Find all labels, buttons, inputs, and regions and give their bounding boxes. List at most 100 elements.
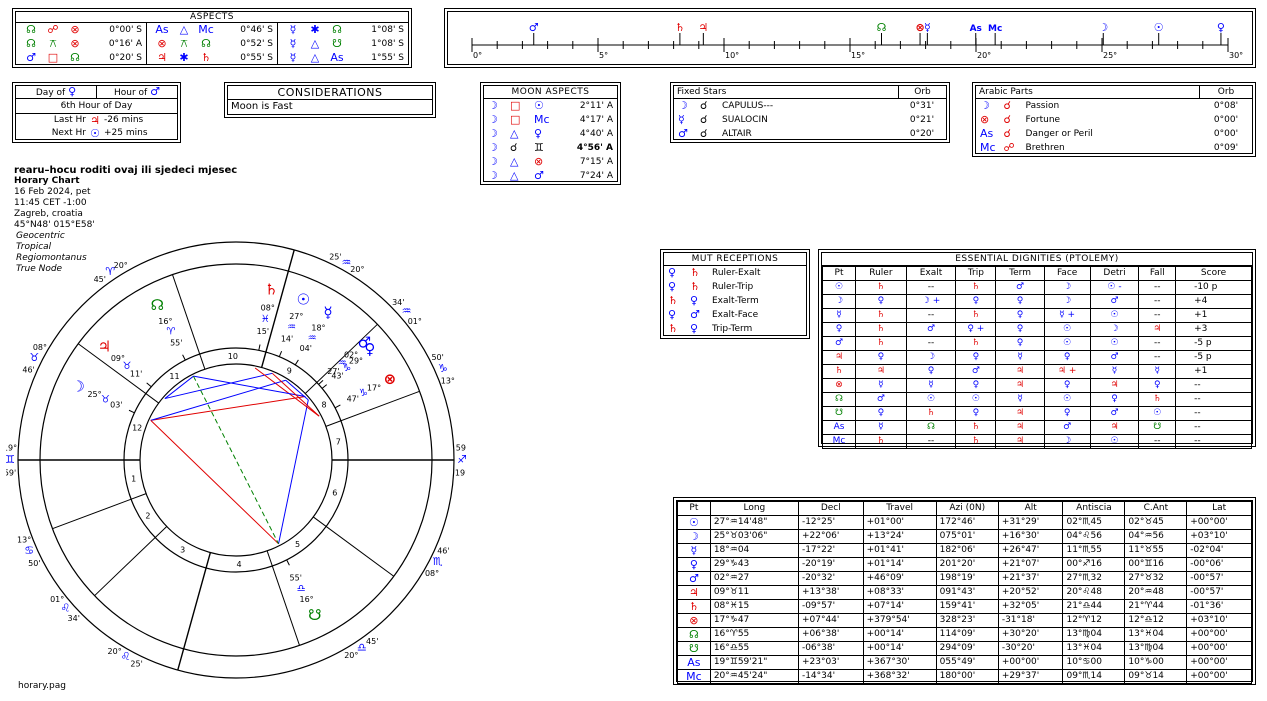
dignity-point-icon: ♀ <box>821 322 857 337</box>
position-cell: 091°43' <box>935 585 999 600</box>
fixed-star-planet-icon: ☿ <box>678 113 685 126</box>
ruler-tick-label: 10° <box>725 51 739 60</box>
planet-position-label: 16° <box>158 317 172 326</box>
dignity-cell-icon: -- <box>905 280 957 295</box>
aspect-orb: 0°16' A <box>108 39 142 49</box>
position-cell: 13°♍04 <box>1062 627 1126 642</box>
dignity-cell-icon: ♃ + <box>1043 364 1091 379</box>
dignity-point-icon: ♄ <box>821 364 857 379</box>
mut-receptions-panel: MUT RECEPTIONS ♀ ♄ Ruler-Exalt ♀ ♄ Ruler-Trip… <box>660 249 810 339</box>
chart-place: Zagreb, croatia <box>14 209 83 219</box>
arabic-part-aspect-icon: ☌ <box>1003 113 1011 126</box>
dignities-row: ☋ ♀ ♄ ♀ ♃ ♀ ♂ ☉ -- <box>821 406 1252 421</box>
position-cell: 10°♋00 <box>1062 655 1126 670</box>
moon-aspect-type-icon: □ <box>510 99 521 112</box>
arabic-parts-title: Arabic Parts <box>976 86 1200 98</box>
arabic-part-name: Fortune <box>1025 115 1061 125</box>
position-cell: -20°32' <box>797 571 864 586</box>
cusp-label: 59' <box>6 469 16 478</box>
moon-aspect-target-icon: ☉ <box>534 99 544 112</box>
dignity-cell-icon: ♄ <box>955 280 997 295</box>
positions-row: Mc 20°♒45'24" -14°34' +368°32' 180°00' +29°37… <box>677 669 1252 684</box>
dignity-cell-icon: ☉ <box>905 392 957 407</box>
positions-row: As 19°♊59'21" +23°03' +367°30' 055°49' +00°00… <box>677 655 1252 670</box>
cusp-sign-icon: ♊ <box>6 453 15 466</box>
cusp-label: 20° <box>350 265 364 274</box>
position-cell: 16°♎55 <box>709 641 799 656</box>
moon-aspect-row: ☽ △ ♂ 7°24' A <box>484 169 617 183</box>
moon-aspect-type-icon: △ <box>510 127 519 140</box>
cusp-label: 20° <box>114 261 128 270</box>
moon-aspect-target-icon: ⊗ <box>534 155 544 168</box>
dignity-cell-icon: ♄ <box>955 434 997 449</box>
position-cell: 172°46' <box>935 515 999 530</box>
positions-header-cell: Pt <box>677 501 711 516</box>
aspect-row: ☊ ⚻ ⊗ 0°16' A <box>20 37 142 51</box>
aspect-planet-1-icon: ♂ <box>26 51 36 64</box>
mut-receptions-table: ♀ ♄ Ruler-Exalt ♀ ♄ Ruler-Trip ♄ ♀ Exalt-Term ♀ ♂ E… <box>664 266 806 336</box>
planet-sign-icon: ♒ <box>287 322 296 333</box>
house-cusp-line <box>266 550 300 646</box>
position-point-icon: ☊ <box>677 627 711 642</box>
cusp-label: 45' <box>366 637 378 646</box>
fixed-star-planet-icon: ♂ <box>678 127 688 140</box>
position-cell: +00°14' <box>862 627 937 642</box>
dignity-cell-icon: ♃ <box>995 420 1045 435</box>
planet-tick <box>146 382 152 388</box>
planet-position-label: 55' <box>170 338 182 347</box>
last-hour-planet-icon: ♃ <box>90 114 100 127</box>
positions-header-cell: Decl <box>797 501 864 516</box>
moon-aspect-orb: 4°40' A <box>579 129 613 139</box>
dignity-cell-icon: ♀ <box>855 406 907 421</box>
degree-ruler-svg: 0° 5° 10° 15° 20° 25° 30°♂ ♄ ♃ ☊ ⊗ ☿ As Mc ☽ ☉ ♀ <box>471 21 1243 60</box>
conjunction-icon: ☌ <box>700 113 708 126</box>
position-cell: +21°07' <box>997 557 1064 572</box>
position-cell: 20°♒48 <box>1124 585 1188 600</box>
position-cell: -02°04' <box>1186 543 1252 558</box>
position-cell: 10°♑00 <box>1124 655 1188 670</box>
footer-filename: horary.pag <box>18 681 66 691</box>
dignities-header-row: Pt Ruler Exalt Trip Term Face Detri Fall Score <box>821 266 1252 281</box>
position-cell: -12°25' <box>797 515 864 530</box>
mut-receptions-title: MUT RECEPTIONS <box>664 253 806 266</box>
fixed-star-row: ☽ ☌ CAPULUS--- 0°31' <box>674 99 946 113</box>
dignity-cell-icon: -- <box>905 308 957 323</box>
cusp-label: 25' <box>329 253 341 262</box>
dignity-cell-icon: ♀ <box>995 322 1045 337</box>
ruler-marker-glyph-icon: ☿ <box>924 21 931 34</box>
ruler-marker-glyph-icon: ♀ <box>1217 21 1225 34</box>
dignity-cell-icon: ♂ <box>905 322 957 337</box>
aspect-planet-2-icon: Mc <box>198 23 214 36</box>
position-cell: +00°00' <box>997 655 1064 670</box>
moon-aspect-orb: 7°15' A <box>579 157 613 167</box>
positions-table: Pt Long Decl Travel Azi (0N) Alt Antiscia C.Ant… <box>677 501 1252 684</box>
position-cell: 00°♐16 <box>1062 557 1126 572</box>
dignity-cell-icon: ☽ <box>1089 322 1140 337</box>
positions-panel: Pt Long Decl Travel Azi (0N) Alt Antiscia C.Ant… <box>673 497 1256 685</box>
house-cusp-line <box>52 493 147 530</box>
wheel-planet-glyph-icon: ♄ <box>265 281 278 299</box>
wheel-planet-glyph-icon: ☊ <box>151 296 164 314</box>
wheel-planet-glyph-icon: ♃ <box>98 337 111 355</box>
fixed-stars-panel: Fixed Stars Orb ☽ ☌ CAPULUS--- 0°31' ☿ ☌ SUALO… <box>670 82 950 143</box>
aspect-row: ⊗ ⚻ ☊ 0°52' S <box>151 37 273 51</box>
dignity-point-icon: ♃ <box>821 350 857 365</box>
aspect-planet-1-icon: ♃ <box>157 51 167 64</box>
next-hour-value: +25 mins <box>104 128 148 138</box>
position-point-icon: ♄ <box>677 599 711 614</box>
position-cell: +32°05' <box>997 599 1064 614</box>
aspect-planet-1-icon: ☿ <box>289 23 297 36</box>
dignity-score: -5 p <box>1175 336 1252 351</box>
cusp-label: 01° <box>408 317 422 326</box>
dignity-cell-icon: ☋ <box>1138 420 1177 435</box>
dignity-cell-icon: ♀ <box>955 378 997 393</box>
dignity-cell-icon: ☉ - <box>1089 280 1140 295</box>
dignity-cell-icon: ♀ <box>1089 392 1140 407</box>
position-cell: 27°♏32 <box>1062 571 1126 586</box>
aspects-group: ☊ ☍ ⊗ 0°00' S ☊ ⚻ ⊗ 0°16' A ♂ □ ☊ 0°20' S <box>16 23 147 65</box>
position-cell: +00°00' <box>1186 669 1252 684</box>
cusp-label: 34' <box>68 614 80 623</box>
cusp-sign-icon: ♒ <box>341 256 351 269</box>
dignities-row: ♄ ♃ ♀ ♂ ♃ ♃ + ☿ ☿ +1 <box>821 364 1252 379</box>
dignity-cell-icon: ♂ <box>955 364 997 379</box>
